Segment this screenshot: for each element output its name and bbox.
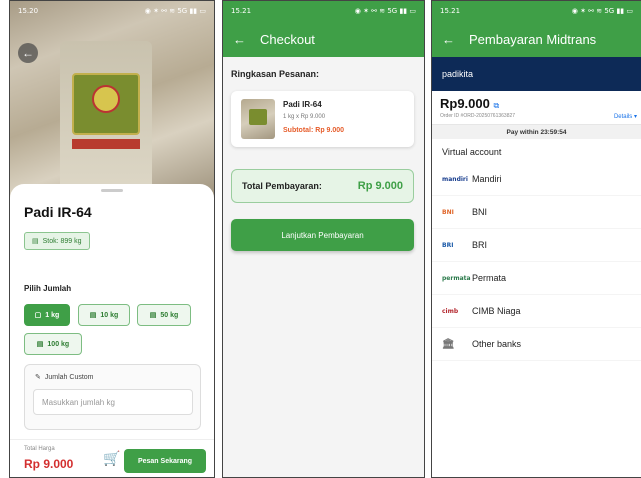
product-photo — [10, 1, 214, 201]
bank-option-bri[interactable]: BRI BRI — [432, 229, 641, 262]
back-arrow-icon[interactable]: ← — [18, 43, 38, 63]
item-name: Padi IR-64 — [283, 100, 322, 109]
chip-1kg[interactable]: ▢ 1 kg — [24, 304, 70, 326]
product-detail-screen: 15.20 ◉ ✶ ⚯ ≋ 5G ▮▮ ▭ ← Padi IR-64 ▤ Sto… — [9, 0, 215, 478]
merchant-header: padikita — [432, 57, 641, 91]
checkout-screen: 15.21 ◉ ✶ ⚯ ≋ 5G ▮▮ ▭ ← Checkout Ringkas… — [222, 0, 425, 478]
copy-icon[interactable]: ⧉ — [494, 101, 500, 110]
status-time: 15.21 — [231, 7, 252, 15]
bni-logo-icon: BNI — [442, 208, 454, 216]
bank-option-cimb[interactable]: cimb CIMB Niaga — [432, 295, 641, 328]
chip-100kg[interactable]: ▤ 100 kg — [24, 333, 82, 355]
mandiri-logo-icon: mandiri — [442, 175, 468, 183]
qty-label: Pilih Jumlah — [24, 284, 72, 293]
total-label: Total Harga — [24, 446, 55, 452]
product-sheet: Padi IR-64 ▤ Stok: 899 kg Pilih Jumlah ▢… — [10, 184, 214, 477]
status-bar: 15.21 ◉ ✶ ⚯ ≋ 5G ▮▮ ▭ — [223, 1, 424, 21]
chip-50kg[interactable]: ▤ 50 kg — [137, 304, 191, 326]
status-bar: 15.20 ◉ ✶ ⚯ ≋ 5G ▮▮ ▭ — [10, 1, 214, 21]
bank-option-bni[interactable]: BNI BNI — [432, 196, 641, 229]
item-subtotal: Subtotal: Rp 9.000 — [283, 127, 345, 134]
pencil-icon: ✎ — [35, 374, 41, 381]
pay-within-timer: Pay within 23:59:54 — [432, 125, 641, 139]
virtual-account-title: Virtual account — [442, 147, 502, 157]
order-id: Order ID #ORD-20250761363827 — [440, 113, 516, 119]
app-bar: ← Checkout — [223, 21, 424, 57]
cart-icon[interactable]: 🛒 — [103, 450, 120, 467]
status-icons: ◉ ✶ ⚯ ≋ 5G ▮▮ ▭ — [354, 7, 416, 15]
page-title: Checkout — [260, 31, 315, 47]
sheet-handle[interactable] — [101, 189, 123, 192]
product-title: Padi IR-64 — [24, 204, 92, 220]
box-icon: ▤ — [89, 312, 97, 319]
order-now-button[interactable]: Pesan Sekarang — [124, 449, 206, 473]
total-label: Total Pembayaran: — [242, 181, 322, 191]
total-value: Rp 9.000 — [357, 180, 403, 192]
product-thumbnail — [241, 99, 275, 139]
status-icons: ◉ ✶ ⚯ ≋ 5G ▮▮ ▭ — [571, 7, 633, 15]
amount-value: Rp9.000 — [440, 96, 490, 111]
merchant-name: padikita — [442, 69, 474, 79]
status-time: 15.20 — [18, 7, 39, 15]
total-card: Total Pembayaran: Rp 9.000 — [231, 169, 414, 203]
box-icon: ▤ — [149, 312, 157, 319]
bottom-bar: Total Harga Rp 9.000 🛒 Pesan Sekarang — [10, 439, 214, 477]
status-bar: 15.21 ◉ ✶ ⚯ ≋ 5G ▮▮ ▭ — [432, 1, 641, 21]
back-arrow-icon[interactable]: ← — [442, 32, 455, 47]
calendar-icon: ▤ — [32, 238, 39, 245]
status-icons: ◉ ✶ ⚯ ≋ 5G ▮▮ ▭ — [144, 7, 206, 15]
cimb-logo-icon: cimb — [442, 307, 459, 315]
summary-title: Ringkasan Pesanan: — [231, 69, 320, 79]
bank-name: BNI — [472, 207, 488, 217]
permata-logo-icon: permata — [442, 274, 471, 282]
bank-building-icon: 🏛 — [442, 338, 455, 350]
status-time: 15.21 — [440, 7, 461, 15]
bank-option-other[interactable]: 🏛 Other banks — [432, 328, 641, 361]
custom-qty-box: ✎ Jumlah Custom Masukkan jumlah kg — [24, 364, 201, 430]
bank-option-mandiri[interactable]: mandiri Mandiri — [432, 163, 641, 196]
bank-name: BRI — [472, 240, 488, 250]
bank-name: Mandiri — [472, 174, 502, 184]
bank-option-permata[interactable]: permata Permata — [432, 262, 641, 295]
item-qty: 1 kg x Rp 9.000 — [283, 114, 326, 120]
checkout-body: Ringkasan Pesanan: Padi IR-64 1 kg x Rp … — [223, 57, 424, 477]
page-title: Pembayaran Midtrans — [469, 31, 597, 47]
midtrans-payment-screen: 15.21 ◉ ✶ ⚯ ≋ 5G ▮▮ ▭ ← Pembayaran Midtr… — [431, 0, 641, 478]
order-item-card: Padi IR-64 1 kg x Rp 9.000 Subtotal: Rp … — [231, 91, 414, 147]
continue-payment-button[interactable]: Lanjutkan Pembayaran — [231, 219, 414, 251]
bank-name: Other banks — [472, 339, 522, 349]
amount-row: Rp9.000 ⧉ Order ID #ORD-20250761363827 D… — [432, 91, 641, 125]
custom-qty-input[interactable]: Masukkan jumlah kg — [33, 389, 193, 415]
box-icon: ▤ — [36, 341, 44, 348]
total-price: Rp 9.000 — [24, 457, 74, 471]
bri-logo-icon: BRI — [442, 241, 454, 249]
app-bar: ← Pembayaran Midtrans — [432, 21, 641, 57]
stock-badge: ▤ Stok: 899 kg — [24, 232, 90, 250]
stock-label: Stok: 899 kg — [42, 237, 82, 245]
custom-label: Jumlah Custom — [44, 373, 94, 381]
chip-10kg[interactable]: ▤ 10 kg — [78, 304, 130, 326]
box-icon: ▢ — [34, 312, 42, 319]
bank-name: Permata — [472, 273, 507, 283]
back-arrow-icon[interactable]: ← — [233, 32, 246, 47]
details-link[interactable]: Details ▾ — [614, 113, 637, 120]
bank-name: CIMB Niaga — [472, 306, 521, 316]
